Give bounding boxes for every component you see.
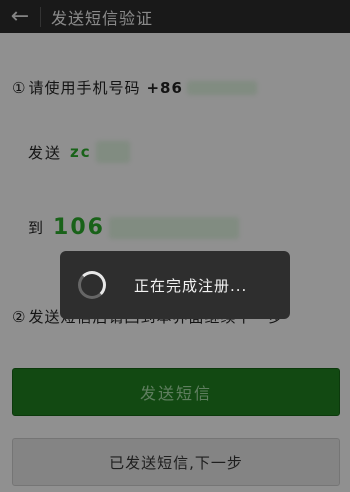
modal-overlay: [0, 0, 350, 492]
spinner-icon: [78, 271, 106, 299]
loading-toast: 正在完成注册...: [60, 251, 290, 319]
toast-message: 正在完成注册...: [134, 276, 248, 295]
